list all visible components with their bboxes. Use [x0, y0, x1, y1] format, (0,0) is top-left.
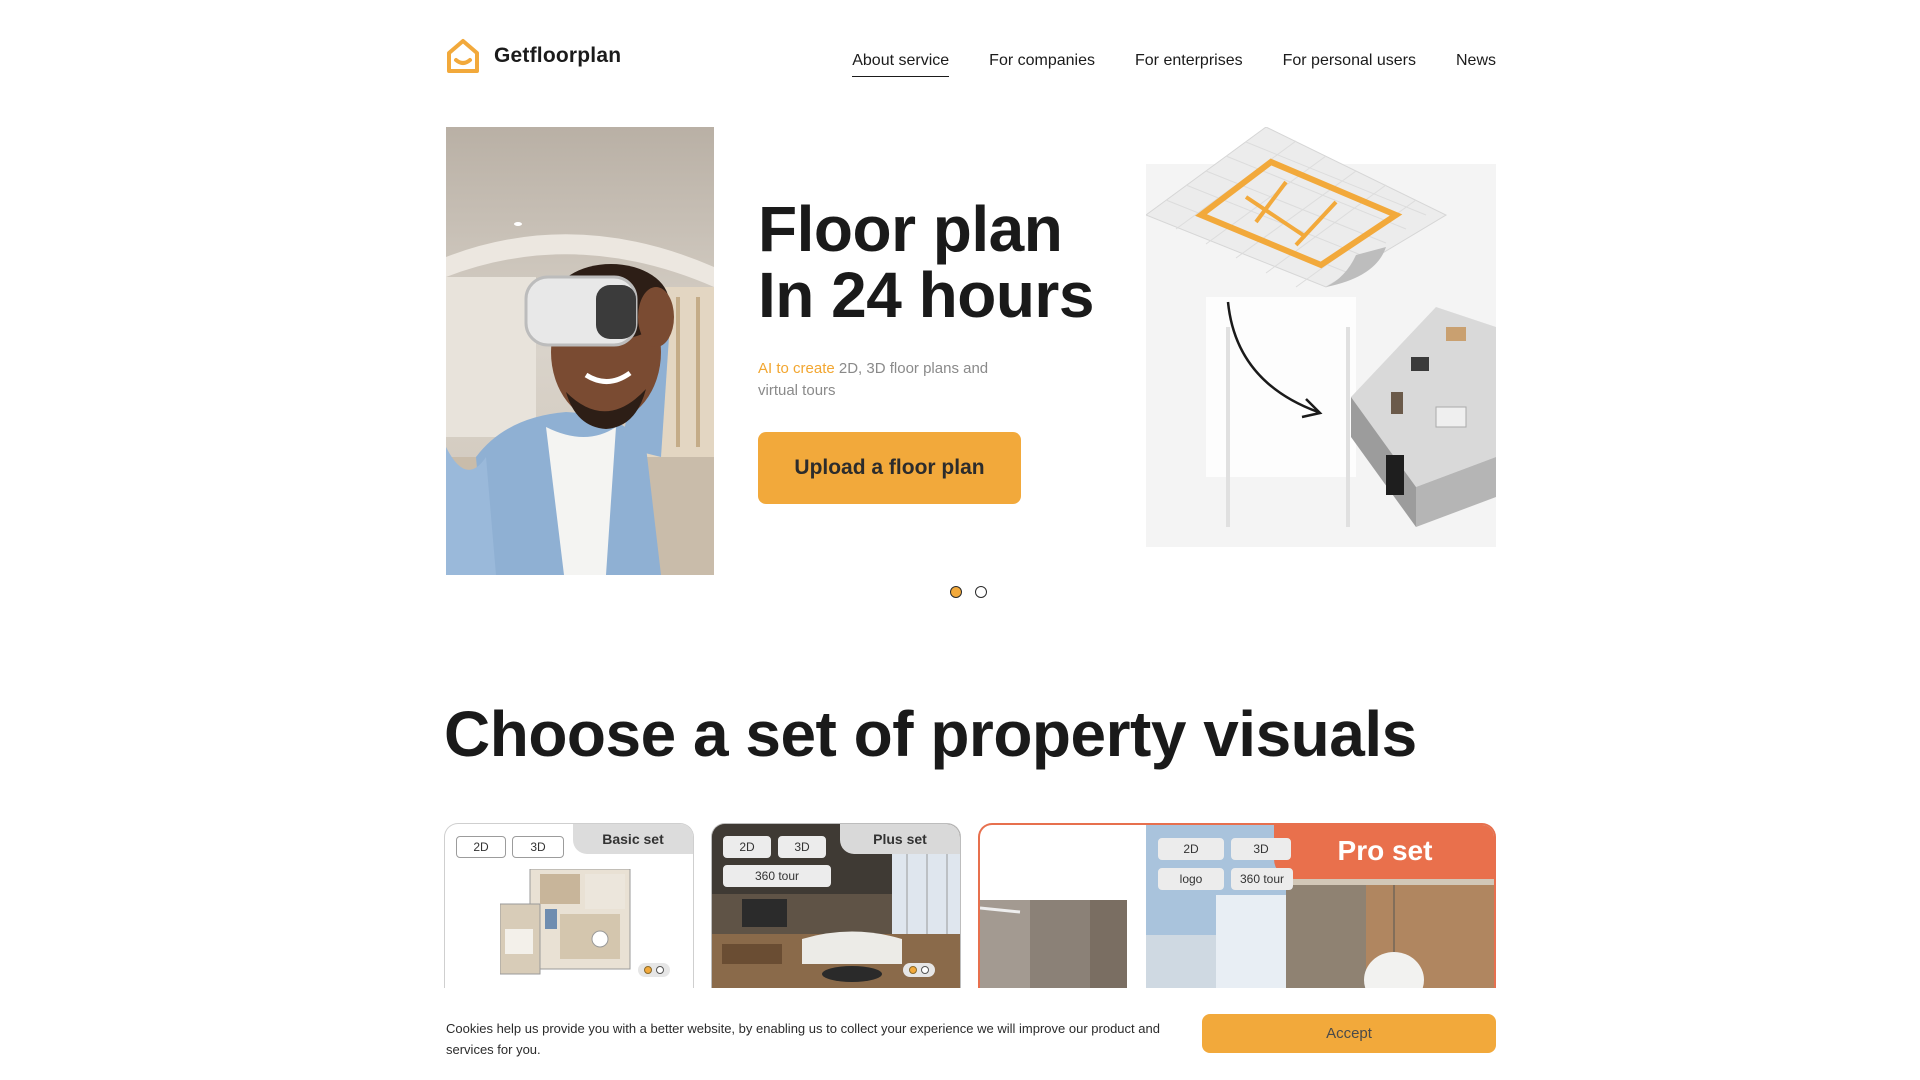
- site-header: Getfloorplan About service For companies…: [446, 38, 1496, 82]
- upload-floor-plan-button[interactable]: Upload a floor plan: [758, 432, 1021, 504]
- hero-title-line-1: Floor plan: [758, 193, 1063, 265]
- cookie-banner: Cookies help us provide you with a bette…: [0, 988, 1920, 1080]
- hero-subtitle-highlight: AI to create: [758, 360, 835, 377]
- nav-about-service[interactable]: About service: [852, 52, 950, 77]
- plus-card-dots: [903, 963, 935, 977]
- hero-slider-dots: [950, 586, 987, 598]
- chip-360-tour[interactable]: 360 tour: [1231, 868, 1293, 890]
- basic-set-card[interactable]: Basic set 2D 3D: [444, 823, 694, 988]
- hero-title: Floor plan In 24 hours: [758, 196, 1094, 328]
- chip-2d[interactable]: 2D: [1158, 838, 1224, 860]
- pro-set-card[interactable]: Pro set 2D 3D logo 360 tour: [978, 823, 1496, 988]
- chip-360-tour[interactable]: 360 tour: [723, 865, 831, 887]
- accept-cookies-button[interactable]: Accept: [1202, 1014, 1496, 1053]
- main-nav: About service For companies For enterpri…: [852, 52, 1496, 77]
- basic-set-label: Basic set: [573, 824, 693, 854]
- floor-plan-illustration: [1146, 127, 1496, 547]
- chip-3d[interactable]: 3D: [512, 836, 564, 858]
- nav-for-enterprises[interactable]: For enterprises: [1135, 52, 1243, 77]
- hero-title-line-2: In 24 hours: [758, 259, 1094, 331]
- pro-side-photo: [980, 900, 1127, 988]
- slider-dot-2[interactable]: [975, 586, 987, 598]
- plus-set-label: Plus set: [840, 824, 960, 854]
- chip-2d[interactable]: 2D: [723, 836, 771, 858]
- plus-card-dot-2[interactable]: [921, 966, 929, 974]
- logo[interactable]: Getfloorplan: [446, 38, 621, 74]
- hero-vr-photo: [446, 127, 714, 575]
- nav-news[interactable]: News: [1456, 52, 1496, 77]
- plus-set-card[interactable]: Plus set 2D 3D 360 tour: [711, 823, 961, 988]
- basic-card-dot-1[interactable]: [644, 966, 652, 974]
- hero-subtitle: AI to create 2D, 3D floor plans and virt…: [758, 358, 1028, 402]
- plus-card-dot-1[interactable]: [909, 966, 917, 974]
- chip-logo[interactable]: logo: [1158, 868, 1224, 890]
- pro-set-label: Pro set: [1274, 825, 1494, 879]
- chip-3d[interactable]: 3D: [778, 836, 826, 858]
- basic-card-dot-2[interactable]: [656, 966, 664, 974]
- sets-section-title: Choose a set of property visuals: [444, 698, 1417, 770]
- basic-floor-plan-image: [500, 869, 631, 975]
- house-logo-icon: [447, 39, 479, 73]
- slider-dot-1[interactable]: [950, 586, 962, 598]
- cookie-text: Cookies help us provide you with a bette…: [446, 1021, 1160, 1057]
- chip-2d[interactable]: 2D: [456, 836, 506, 858]
- nav-for-companies[interactable]: For companies: [989, 52, 1095, 77]
- chip-3d[interactable]: 3D: [1231, 838, 1291, 860]
- basic-card-dots: [638, 963, 670, 977]
- brand-name: Getfloorplan: [494, 44, 622, 67]
- nav-for-personal-users[interactable]: For personal users: [1283, 52, 1416, 77]
